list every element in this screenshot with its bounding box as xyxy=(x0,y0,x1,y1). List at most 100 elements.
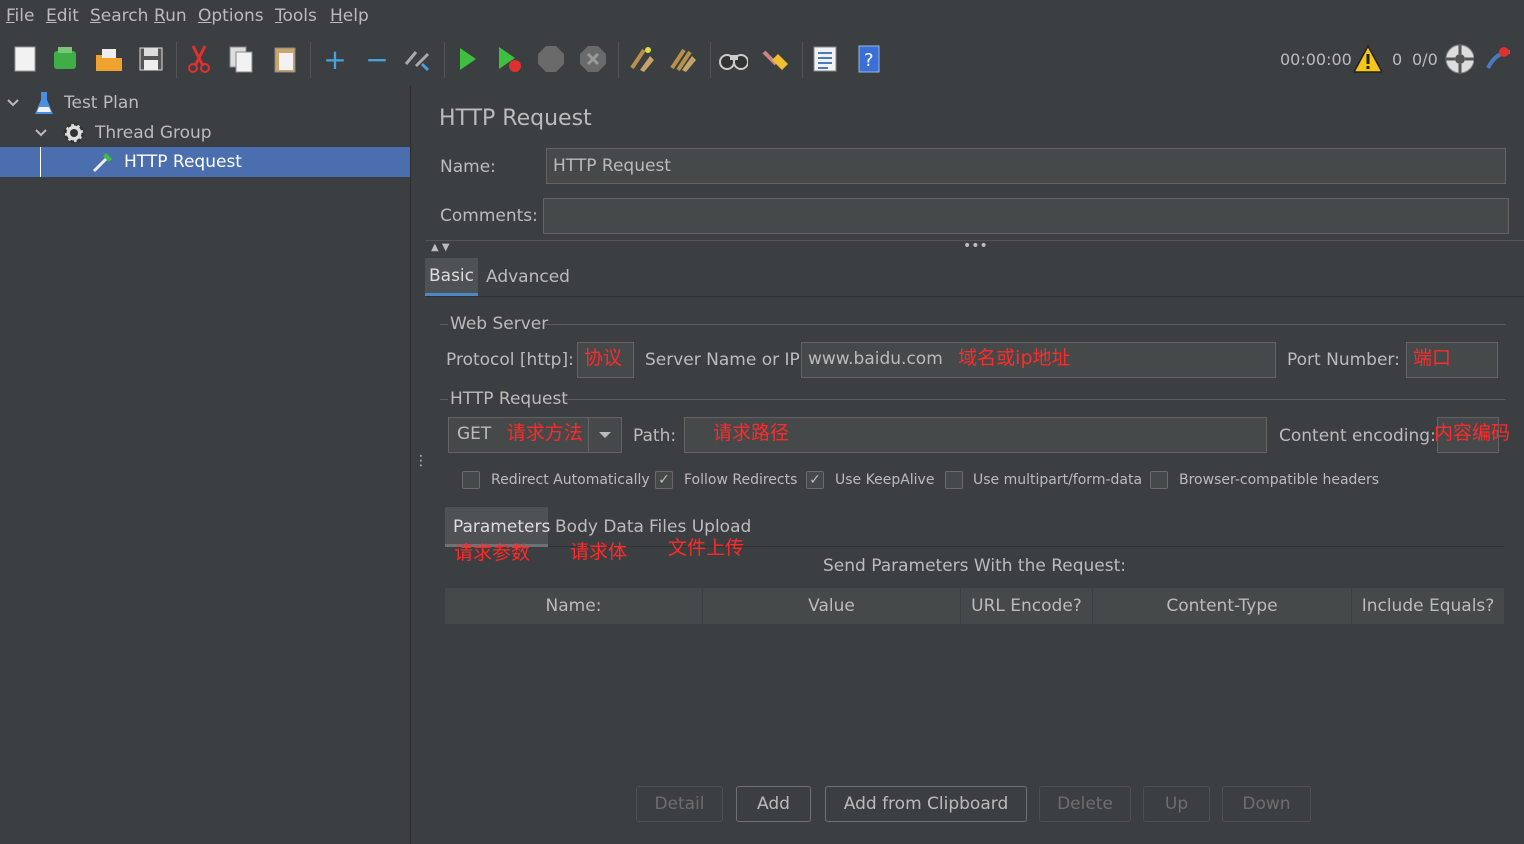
reset-search-icon[interactable] xyxy=(760,44,790,74)
search-icon[interactable] xyxy=(718,44,748,74)
clear-icon[interactable] xyxy=(626,44,656,74)
up-button[interactable]: Up xyxy=(1143,786,1210,822)
protocol-field[interactable]: 协议 xyxy=(577,342,634,378)
warning-icon[interactable] xyxy=(1352,44,1382,74)
remote-status-icon xyxy=(1444,44,1474,74)
column-name[interactable]: Name: xyxy=(445,588,703,624)
path-label: Path: xyxy=(633,426,677,446)
column-include-equals[interactable]: Include Equals? xyxy=(1352,588,1504,624)
use-keepalive-checkbox[interactable]: ✓ xyxy=(806,471,824,489)
port-field[interactable]: 端口 xyxy=(1406,342,1498,378)
browser-compatible-label: Browser-compatible headers xyxy=(1179,472,1380,488)
tab-basic[interactable]: Basic xyxy=(425,258,478,296)
test-plan-tree: Test Plan Thread Group HTTP Request xyxy=(0,86,411,844)
svg-text:?: ? xyxy=(864,50,874,71)
path-annotation: 请求路径 xyxy=(713,422,790,444)
browser-compatible-checkbox[interactable] xyxy=(1150,471,1168,489)
tree-label: Test Plan xyxy=(64,93,140,113)
collapse-icon[interactable]: − xyxy=(362,43,392,76)
chevron-down-icon[interactable] xyxy=(597,418,613,462)
shutdown-icon xyxy=(578,44,608,74)
subtab-body-data[interactable]: Body Data xyxy=(555,517,644,537)
params-table-header: Name: Value URL Encode? Content-Type Inc… xyxy=(445,588,1504,624)
comments-field[interactable] xyxy=(543,198,1509,234)
menu-edit[interactable]: Edit xyxy=(46,6,79,26)
pipette-icon xyxy=(90,149,116,185)
cut-icon[interactable] xyxy=(184,44,214,74)
server-name-field[interactable]: www.baidu.com 域名或ip地址 xyxy=(801,342,1276,378)
method-annotation: 请求方法 xyxy=(506,422,583,444)
encoding-annotation: 内容编码 xyxy=(1434,422,1511,444)
tree-item-http-request[interactable]: HTTP Request xyxy=(0,147,410,177)
method-select[interactable]: GET 请求方法 xyxy=(448,417,622,453)
encoding-label: Content encoding: xyxy=(1279,426,1436,446)
menu-search[interactable]: Search xyxy=(90,6,148,26)
toggle-icon[interactable] xyxy=(402,44,432,74)
params-caption: Send Parameters With the Request: xyxy=(822,556,1126,576)
detail-button[interactable]: Detail xyxy=(636,786,723,822)
tree-item-test-plan[interactable]: Test Plan xyxy=(0,88,410,118)
follow-redirects-checkbox[interactable]: ✓ xyxy=(655,471,673,489)
column-url-encode[interactable]: URL Encode? xyxy=(961,588,1093,624)
open-icon[interactable] xyxy=(94,44,124,74)
protocol-annotation: 协议 xyxy=(584,347,623,369)
column-value[interactable]: Value xyxy=(703,588,961,624)
menu-tools[interactable]: Tools xyxy=(275,6,317,26)
port-label: Port Number: xyxy=(1287,350,1400,370)
http-request-panel: HTTP Request Name: Comments: ▲ ▼ ••• Bas… xyxy=(425,86,1524,844)
web-server-legend: Web Server xyxy=(450,314,549,334)
new-icon[interactable] xyxy=(10,44,40,74)
encoding-field[interactable]: 内容编码 xyxy=(1434,417,1510,453)
comments-label: Comments: xyxy=(440,206,538,226)
copy-icon[interactable] xyxy=(226,44,256,74)
column-content-type[interactable]: Content-Type xyxy=(1093,588,1352,624)
down-button[interactable]: Down xyxy=(1222,786,1311,822)
name-label: Name: xyxy=(440,157,496,177)
help-icon[interactable]: ? xyxy=(854,44,884,74)
clear-all-icon[interactable] xyxy=(668,44,698,74)
page-title: HTTP Request xyxy=(439,106,592,131)
tree-label: Thread Group xyxy=(95,123,212,143)
split-pane-divider[interactable]: ⋮ xyxy=(410,86,428,844)
multipart-checkbox[interactable] xyxy=(945,471,963,489)
name-field[interactable] xyxy=(546,148,1506,184)
tab-advanced[interactable]: Advanced xyxy=(486,258,570,296)
more-icon[interactable]: ••• xyxy=(963,238,988,254)
menu-bar: File Edit Search Run Options Tools Help xyxy=(0,0,1524,35)
stop-icon xyxy=(536,44,566,74)
server-value: www.baidu.com xyxy=(808,349,943,369)
menu-options[interactable]: Options xyxy=(198,6,264,26)
add-button[interactable]: Add xyxy=(736,786,811,822)
start-icon[interactable] xyxy=(452,44,482,74)
menu-help[interactable]: Help xyxy=(330,6,369,26)
menu-file[interactable]: File xyxy=(6,6,34,26)
method-value: GET xyxy=(457,424,492,444)
save-icon[interactable] xyxy=(136,44,166,74)
params-table-body[interactable] xyxy=(445,624,1504,774)
tree-label: HTTP Request xyxy=(124,152,242,172)
function-helper-icon[interactable] xyxy=(810,44,840,74)
templates-icon[interactable] xyxy=(50,44,80,74)
http-request-legend: HTTP Request xyxy=(450,389,568,409)
paste-icon[interactable] xyxy=(270,44,300,74)
collapse-arrows-icon[interactable]: ▲ ▼ xyxy=(431,242,450,253)
add-from-clipboard-button[interactable]: Add from Clipboard xyxy=(825,786,1027,822)
delete-button[interactable]: Delete xyxy=(1039,786,1131,822)
protocol-label: Protocol [http]: xyxy=(446,350,574,370)
expand-icon[interactable]: + xyxy=(320,43,350,76)
redirect-automatically-checkbox[interactable] xyxy=(462,471,480,489)
tree-item-thread-group[interactable]: Thread Group xyxy=(0,118,410,148)
port-annotation: 端口 xyxy=(1413,347,1452,369)
server-label: Server Name or IP: xyxy=(645,350,806,370)
log-viewer-icon[interactable] xyxy=(1484,44,1514,74)
start-no-pause-icon[interactable] xyxy=(494,44,524,74)
timer-display: 00:00:00 xyxy=(1280,50,1352,69)
multipart-label: Use multipart/form-data xyxy=(973,472,1143,488)
active-threads: 0/0 xyxy=(1412,50,1438,69)
follow-redirects-label: Follow Redirects xyxy=(684,472,798,488)
server-annotation: 域名或ip地址 xyxy=(958,347,1071,369)
warning-count: 0 xyxy=(1392,50,1403,69)
path-field[interactable]: 请求路径 xyxy=(684,417,1267,453)
toolbar: + − ? 00:00:00 0 0/0 xyxy=(0,34,1524,87)
menu-run[interactable]: Run xyxy=(154,6,187,26)
